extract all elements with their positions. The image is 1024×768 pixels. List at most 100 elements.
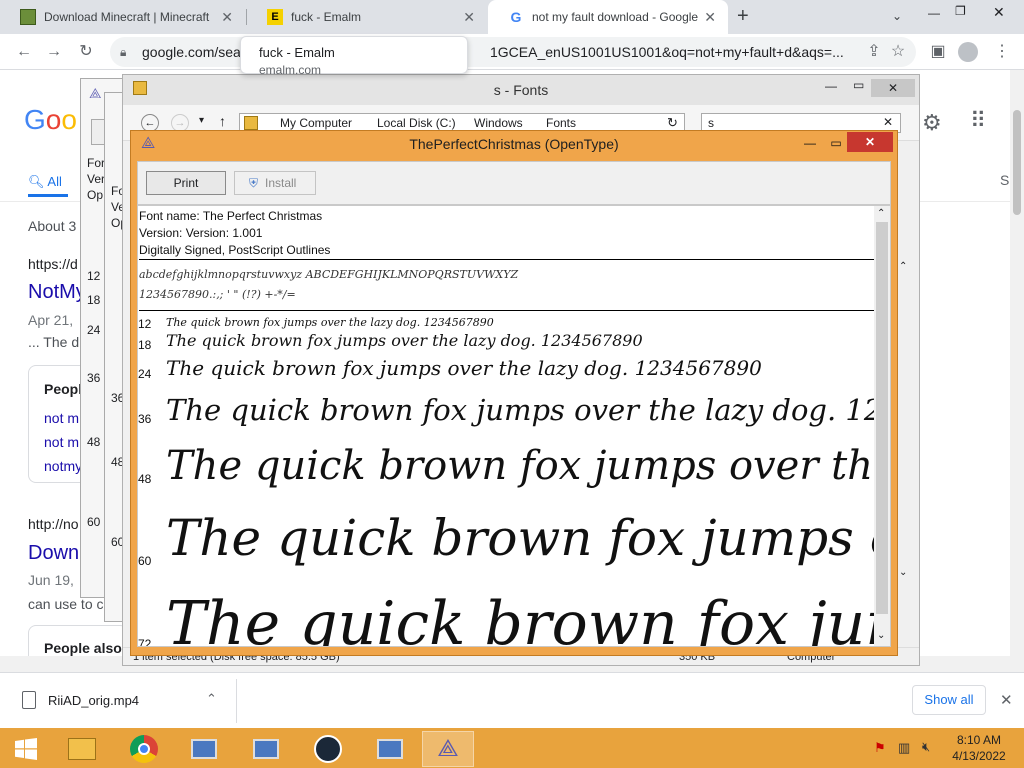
profile-avatar-icon[interactable] — [958, 42, 978, 62]
font-viewer-toolbar: Print ⛨ Install — [137, 161, 891, 205]
tab-minecraft[interactable]: Download Minecraft | Minecraft ✕ — [0, 0, 245, 34]
people-item[interactable]: not m — [44, 410, 79, 426]
maximize-button[interactable]: ▭ — [823, 133, 849, 153]
sample-text-18: The quick brown fox jumps over the lazy … — [166, 331, 643, 350]
scroll-thumb[interactable] — [876, 222, 888, 614]
action-center-flag-icon[interactable]: ⚑ — [874, 740, 886, 756]
up-arrow-icon[interactable]: ↑ — [219, 113, 226, 129]
result-title[interactable]: NotMy — [28, 281, 86, 304]
steam-icon[interactable] — [302, 731, 354, 767]
tab-search-icon[interactable]: ⌄ — [892, 9, 902, 23]
clock[interactable]: 8:10 AM 4/13/2022 — [940, 732, 1018, 764]
bookmark-star-icon[interactable]: ☆ — [888, 42, 908, 62]
scroll-down-icon[interactable]: ⌄ — [877, 630, 885, 641]
network-computer-icon-3[interactable] — [364, 731, 416, 767]
emalm-icon: E — [267, 9, 283, 25]
network-status-icon[interactable]: ▥ — [898, 740, 910, 756]
charset-preview: abcdefghijklmnopqrstuvwxyz ABCDEFGHIJKLM… — [139, 265, 518, 305]
preview-scrollbar[interactable]: ⌃ ⌄ — [874, 206, 890, 646]
chrome-icon[interactable] — [118, 731, 170, 767]
scroll-down-icon[interactable]: ⌄ — [899, 567, 907, 578]
explorer-titlebar: s - Fonts — ▭ ✕ — [123, 75, 919, 105]
chevron-up-icon[interactable]: ⌃ — [206, 691, 217, 707]
url-tail: 1GCEA_enUS1001US1001&oq=not+my+fault+d&a… — [490, 44, 844, 60]
clear-search-icon[interactable]: ✕ — [883, 115, 893, 129]
font-signature: Digitally Signed, PostScript Outlines — [139, 243, 331, 257]
close-icon[interactable]: ✕ — [463, 9, 475, 26]
people-item[interactable]: notmy — [44, 458, 82, 474]
file-icon — [22, 691, 36, 709]
size-label: 48 — [138, 472, 152, 486]
close-button[interactable]: ✕ — [871, 79, 915, 97]
network-computer-icon-2[interactable] — [240, 731, 292, 767]
result-date: Apr 21, — [28, 312, 74, 328]
people-also-box: Peopl not m not m notmy — [28, 365, 88, 483]
download-filename[interactable]: RiiAD_orig.mp4 — [48, 693, 139, 708]
taskbar: ⟁ ⚑ ▥ 🔇︎ 8:10 AM 4/13/2022 — [0, 728, 1024, 768]
tab-emalm[interactable]: E fuck - Emalm ✕ — [247, 0, 487, 34]
tab-tooltip: fuck - Emalm emalm.com — [240, 36, 468, 77]
google-logo[interactable]: Goo — [24, 104, 77, 136]
people-item[interactable]: not m — [44, 434, 79, 450]
size-label: 36 — [138, 412, 152, 426]
settings-gear-icon[interactable]: ⚙ — [922, 110, 942, 136]
forward-arrow-icon[interactable]: → — [44, 42, 64, 62]
new-tab-button[interactable]: + — [737, 5, 749, 28]
result-url[interactable]: https://d — [28, 256, 78, 272]
clock-date: 4/13/2022 — [952, 749, 1006, 763]
print-button[interactable]: Print — [146, 171, 226, 195]
size-label: 60 — [87, 515, 101, 529]
clock-time: 8:10 AM — [956, 733, 1002, 747]
scroll-up-icon[interactable]: ⌃ — [899, 261, 907, 272]
tooltip-title: fuck - Emalm — [259, 45, 335, 60]
explorer-title: s - Fonts — [493, 82, 549, 98]
menu-icon[interactable]: ⋮ — [992, 42, 1012, 62]
recent-dropdown-icon[interactable]: ▾ — [199, 115, 204, 126]
font-viewer-taskbar-icon[interactable]: ⟁ — [422, 731, 474, 767]
size-label: 24 — [138, 367, 152, 381]
chrome-tab-strip: Download Minecraft | Minecraft ✕ E fuck … — [0, 0, 1024, 34]
volume-muted-icon[interactable]: 🔇︎ — [922, 739, 930, 755]
close-window-button[interactable]: ✕ — [993, 4, 1005, 21]
close-icon[interactable]: ✕ — [221, 9, 233, 26]
partial-label: Ver — [87, 172, 106, 186]
scroll-up-icon[interactable]: ⌃ — [877, 208, 885, 219]
network-computer-icon[interactable] — [178, 731, 230, 767]
close-button[interactable]: ✕ — [847, 132, 893, 152]
font-info: Font name: The Perfect Christmas Version… — [139, 208, 330, 259]
minimize-button[interactable]: — — [825, 79, 837, 93]
charset-line: abcdefghijklmnopqrstuvwxyz ABCDEFGHIJKLM… — [139, 268, 519, 281]
show-all-button[interactable]: Show all — [912, 685, 986, 715]
size-samples: 12 The quick brown fox jumps over the la… — [138, 311, 874, 646]
maximize-button[interactable]: ▭ — [853, 78, 864, 92]
back-arrow-icon[interactable]: ← — [14, 42, 34, 62]
close-icon[interactable]: ✕ — [704, 9, 716, 26]
result-title[interactable]: Down — [28, 542, 79, 565]
font-viewer-titlebar: ⟁ ThePerfectChristmas (OpenType) — [131, 131, 897, 159]
result-url[interactable]: http://no — [28, 516, 79, 532]
close-icon[interactable]: ✕ — [1000, 691, 1013, 709]
tooltip-domain: emalm.com — [259, 63, 322, 77]
apps-grid-icon[interactable]: ⠿ — [970, 108, 986, 134]
page-scrollbar[interactable] — [1010, 70, 1024, 672]
minimize-button[interactable]: — — [928, 6, 940, 20]
install-button[interactable]: ⛨ Install — [234, 171, 316, 195]
tab-google[interactable]: G not my fault download - Google ✕ — [488, 0, 728, 34]
search-icon: 🔍︎ — [28, 174, 45, 189]
share-icon[interactable]: ⇪ — [864, 42, 884, 62]
reload-icon[interactable]: ↻ — [76, 42, 96, 62]
side-panel-icon[interactable]: ▣ — [928, 42, 948, 62]
restore-button[interactable]: ❐ — [955, 4, 966, 18]
sample-text-12: The quick brown fox jumps over the lazy … — [166, 316, 494, 329]
tab-all[interactable]: 🔍︎ All — [28, 174, 62, 190]
font-app-icon: ⟁ — [89, 85, 102, 101]
start-windows-icon[interactable] — [0, 731, 52, 767]
sample-text-60: The quick brown fox jumps over the la — [166, 509, 874, 567]
file-explorer-icon[interactable] — [56, 731, 108, 767]
signin-partial[interactable]: S — [1000, 172, 1009, 188]
address-bar[interactable]: 🔒︎ google.com/sea 1GCEA_enUS1001US1001&o… — [110, 37, 916, 67]
size-label: 48 — [87, 435, 101, 449]
minimize-button[interactable]: — — [797, 133, 823, 153]
size-label: 24 — [87, 323, 101, 337]
sample-text-24: The quick brown fox jumps over the lazy … — [166, 356, 762, 380]
